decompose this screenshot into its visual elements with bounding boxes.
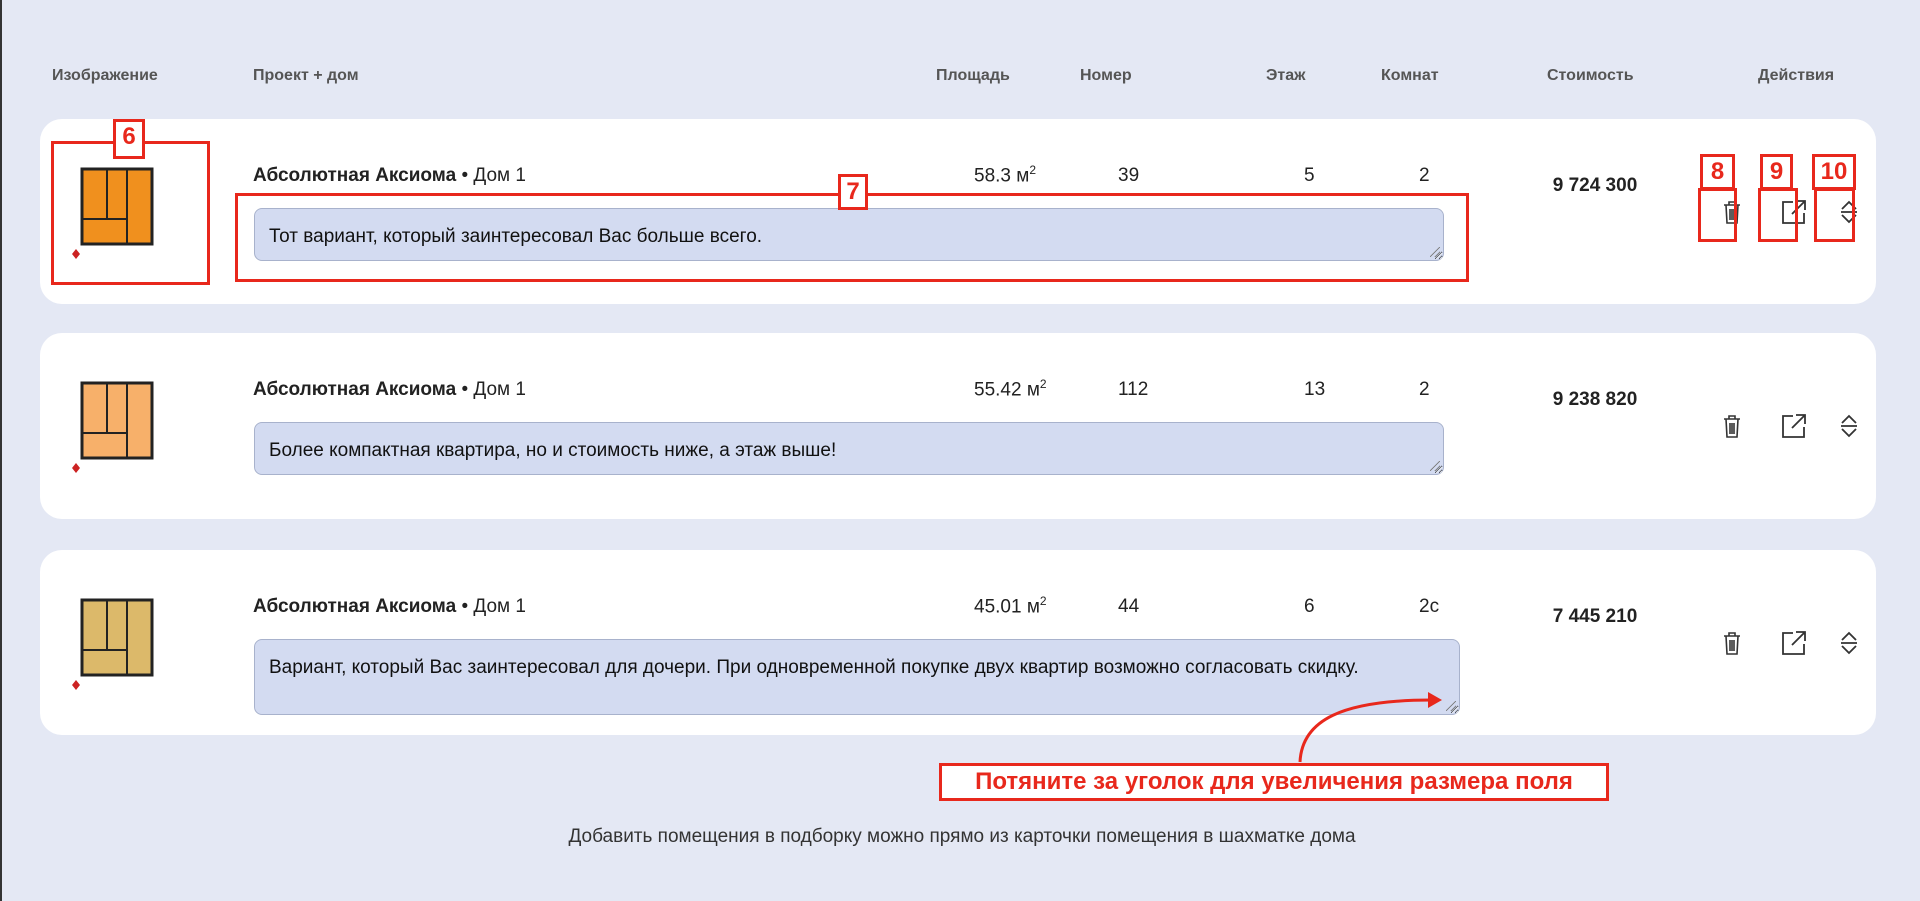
comment-textarea[interactable]: Более компактная квартира, но и стоимост… xyxy=(254,422,1444,475)
header-area: Площадь xyxy=(936,67,1010,84)
house-name: • Дом 1 xyxy=(461,379,526,400)
header-floor: Этаж xyxy=(1266,67,1306,84)
annotation-box-8 xyxy=(1698,188,1737,242)
house-name: • Дом 1 xyxy=(461,165,526,186)
rooms-value: 2 xyxy=(1419,379,1430,400)
comment-textarea[interactable]: Вариант, который Вас заинтересовал для д… xyxy=(254,639,1460,715)
annotation-hint: Потяните за уголок для увеличения размер… xyxy=(939,763,1609,801)
number-value: 112 xyxy=(1118,379,1149,400)
area-value: 55.42 м2 xyxy=(974,377,1047,401)
header-number: Номер xyxy=(1080,67,1132,84)
project-name: Абсолютная Аксиома xyxy=(253,165,457,186)
sort-icon[interactable] xyxy=(1833,410,1865,442)
header-image: Изображение xyxy=(52,67,158,84)
annotation-label-10: 10 xyxy=(1812,154,1856,190)
area-value: 58.3 м2 xyxy=(974,163,1037,187)
trash-icon[interactable] xyxy=(1716,410,1748,442)
price-value: 7 445 210 xyxy=(1552,606,1638,627)
annotation-label-6: 6 xyxy=(113,119,145,159)
header-rooms: Комнат xyxy=(1381,67,1439,84)
floor-value: 5 xyxy=(1304,165,1315,186)
price-value: 9 238 820 xyxy=(1552,389,1638,410)
trash-icon[interactable] xyxy=(1716,627,1748,659)
footer-note: Добавить помещения в подборку можно прям… xyxy=(568,826,1356,847)
apartment-card: Абсолютная Аксиома • Дом 1 55.42 м2 112 … xyxy=(40,333,1876,519)
header-project: Проект + дом xyxy=(253,67,359,84)
house-name: • Дом 1 xyxy=(461,596,526,617)
project-name: Абсолютная Аксиома xyxy=(253,596,457,617)
annotation-arrow xyxy=(1298,692,1442,763)
floor-value: 13 xyxy=(1304,379,1326,400)
annotation-box-6 xyxy=(51,141,210,285)
price-value: 9 724 300 xyxy=(1552,175,1638,196)
annotation-box-10 xyxy=(1814,188,1855,242)
floor-value: 6 xyxy=(1304,596,1315,617)
open-external-icon[interactable] xyxy=(1778,627,1810,659)
floor-plan-image[interactable] xyxy=(62,363,172,483)
sort-icon[interactable] xyxy=(1833,627,1865,659)
project-name: Абсолютная Аксиома xyxy=(253,379,457,400)
rooms-value: 2 xyxy=(1419,165,1430,186)
area-value: 45.01 м2 xyxy=(974,594,1047,618)
number-value: 39 xyxy=(1118,165,1140,186)
annotation-box-9 xyxy=(1758,188,1798,242)
number-value: 44 xyxy=(1118,596,1140,617)
floor-plan-image[interactable] xyxy=(62,580,172,700)
open-external-icon[interactable] xyxy=(1778,410,1810,442)
annotation-label-7: 7 xyxy=(838,174,868,210)
header-actions: Действия xyxy=(1758,67,1835,84)
apartment-card: Абсолютная Аксиома • Дом 1 45.01 м2 44 6… xyxy=(40,550,1876,735)
annotation-label-9: 9 xyxy=(1760,154,1793,190)
header-price: Стоимость xyxy=(1547,67,1634,84)
annotation-label-8: 8 xyxy=(1700,154,1735,190)
rooms-value: 2с xyxy=(1419,596,1440,617)
